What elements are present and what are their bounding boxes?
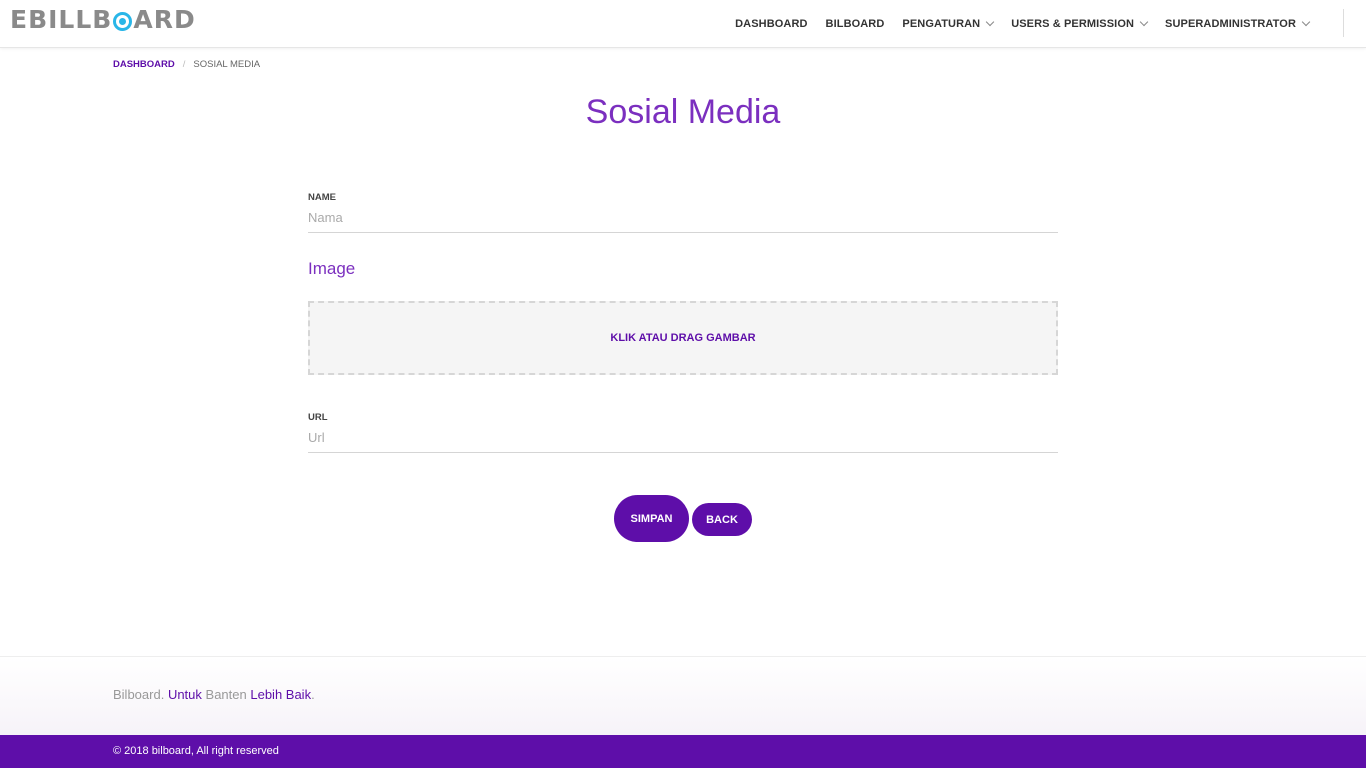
name-field-group: NAME — [308, 192, 1058, 233]
breadcrumb-current: SOSIAL MEDIA — [193, 59, 261, 70]
nav-item-dashboard[interactable]: DASHBOARD — [726, 18, 816, 30]
nav-item-label: USERS & PERMISSION — [1011, 17, 1135, 30]
logo-text-suffix: ARD — [133, 5, 196, 34]
name-input[interactable] — [308, 203, 1058, 233]
url-label: URL — [308, 412, 328, 423]
breadcrumb-dashboard-link[interactable]: DASHBOARD — [113, 59, 175, 70]
nav-item-users-permission[interactable]: USERS & PERMISSION — [1002, 17, 1156, 30]
main-nav: DASHBOARD BILBOARD PENGATURAN USERS & PE… — [726, 0, 1318, 47]
tagline-link-untuk[interactable]: Untuk — [168, 687, 202, 702]
nav-item-label: DASHBOARD — [735, 17, 808, 30]
breadcrumb-separator: / — [182, 59, 186, 70]
ebillboard-logo[interactable]: EBILLB ARD — [10, 6, 196, 34]
copyright-text: © 2018 bilboard, All right reserved — [113, 745, 279, 757]
save-button[interactable]: SIMPAN — [614, 495, 689, 542]
nav-divider — [1343, 9, 1344, 37]
image-label: Image — [308, 259, 356, 278]
tagline-part: Banten — [205, 687, 247, 702]
url-input[interactable] — [308, 423, 1058, 453]
name-label: NAME — [308, 192, 336, 203]
logo-mark-icon — [113, 11, 133, 31]
top-navbar: EBILLB ARD DASHBOARD BILBOARD PENGATURAN … — [0, 0, 1366, 48]
tagline-link-lebih-baik[interactable]: Lebih Baik — [250, 687, 311, 702]
tagline-part: Bilboard. — [113, 687, 165, 702]
footer-tagline: Bilboard. Untuk Banten Lebih Baik. — [113, 687, 315, 702]
breadcrumb: DASHBOARD / SOSIAL MEDIA — [113, 59, 260, 70]
nav-item-label: BILBOARD — [825, 17, 885, 30]
nav-item-superadministrator[interactable]: SUPERADMINISTRATOR — [1156, 17, 1318, 30]
back-button[interactable]: BACK — [692, 503, 752, 536]
image-dropzone[interactable]: KLIK ATAU DRAG GAMBAR — [308, 301, 1058, 375]
tagline-period: . — [311, 687, 315, 702]
chevron-down-icon — [985, 17, 995, 26]
nav-item-pengaturan[interactable]: PENGATURAN — [893, 17, 1002, 30]
nav-item-label: PENGATURAN — [902, 17, 981, 30]
logo-text-prefix: EBILLB — [10, 5, 113, 34]
dropzone-text: KLIK ATAU DRAG GAMBAR — [610, 332, 756, 344]
url-field-group: URL — [308, 412, 1058, 453]
nav-item-bilboard[interactable]: BILBOARD — [817, 18, 894, 30]
chevron-down-icon — [1301, 17, 1311, 26]
nav-item-label: SUPERADMINISTRATOR — [1165, 17, 1296, 30]
chevron-down-icon — [1139, 17, 1149, 26]
page-title: Sosial Media — [585, 93, 781, 131]
